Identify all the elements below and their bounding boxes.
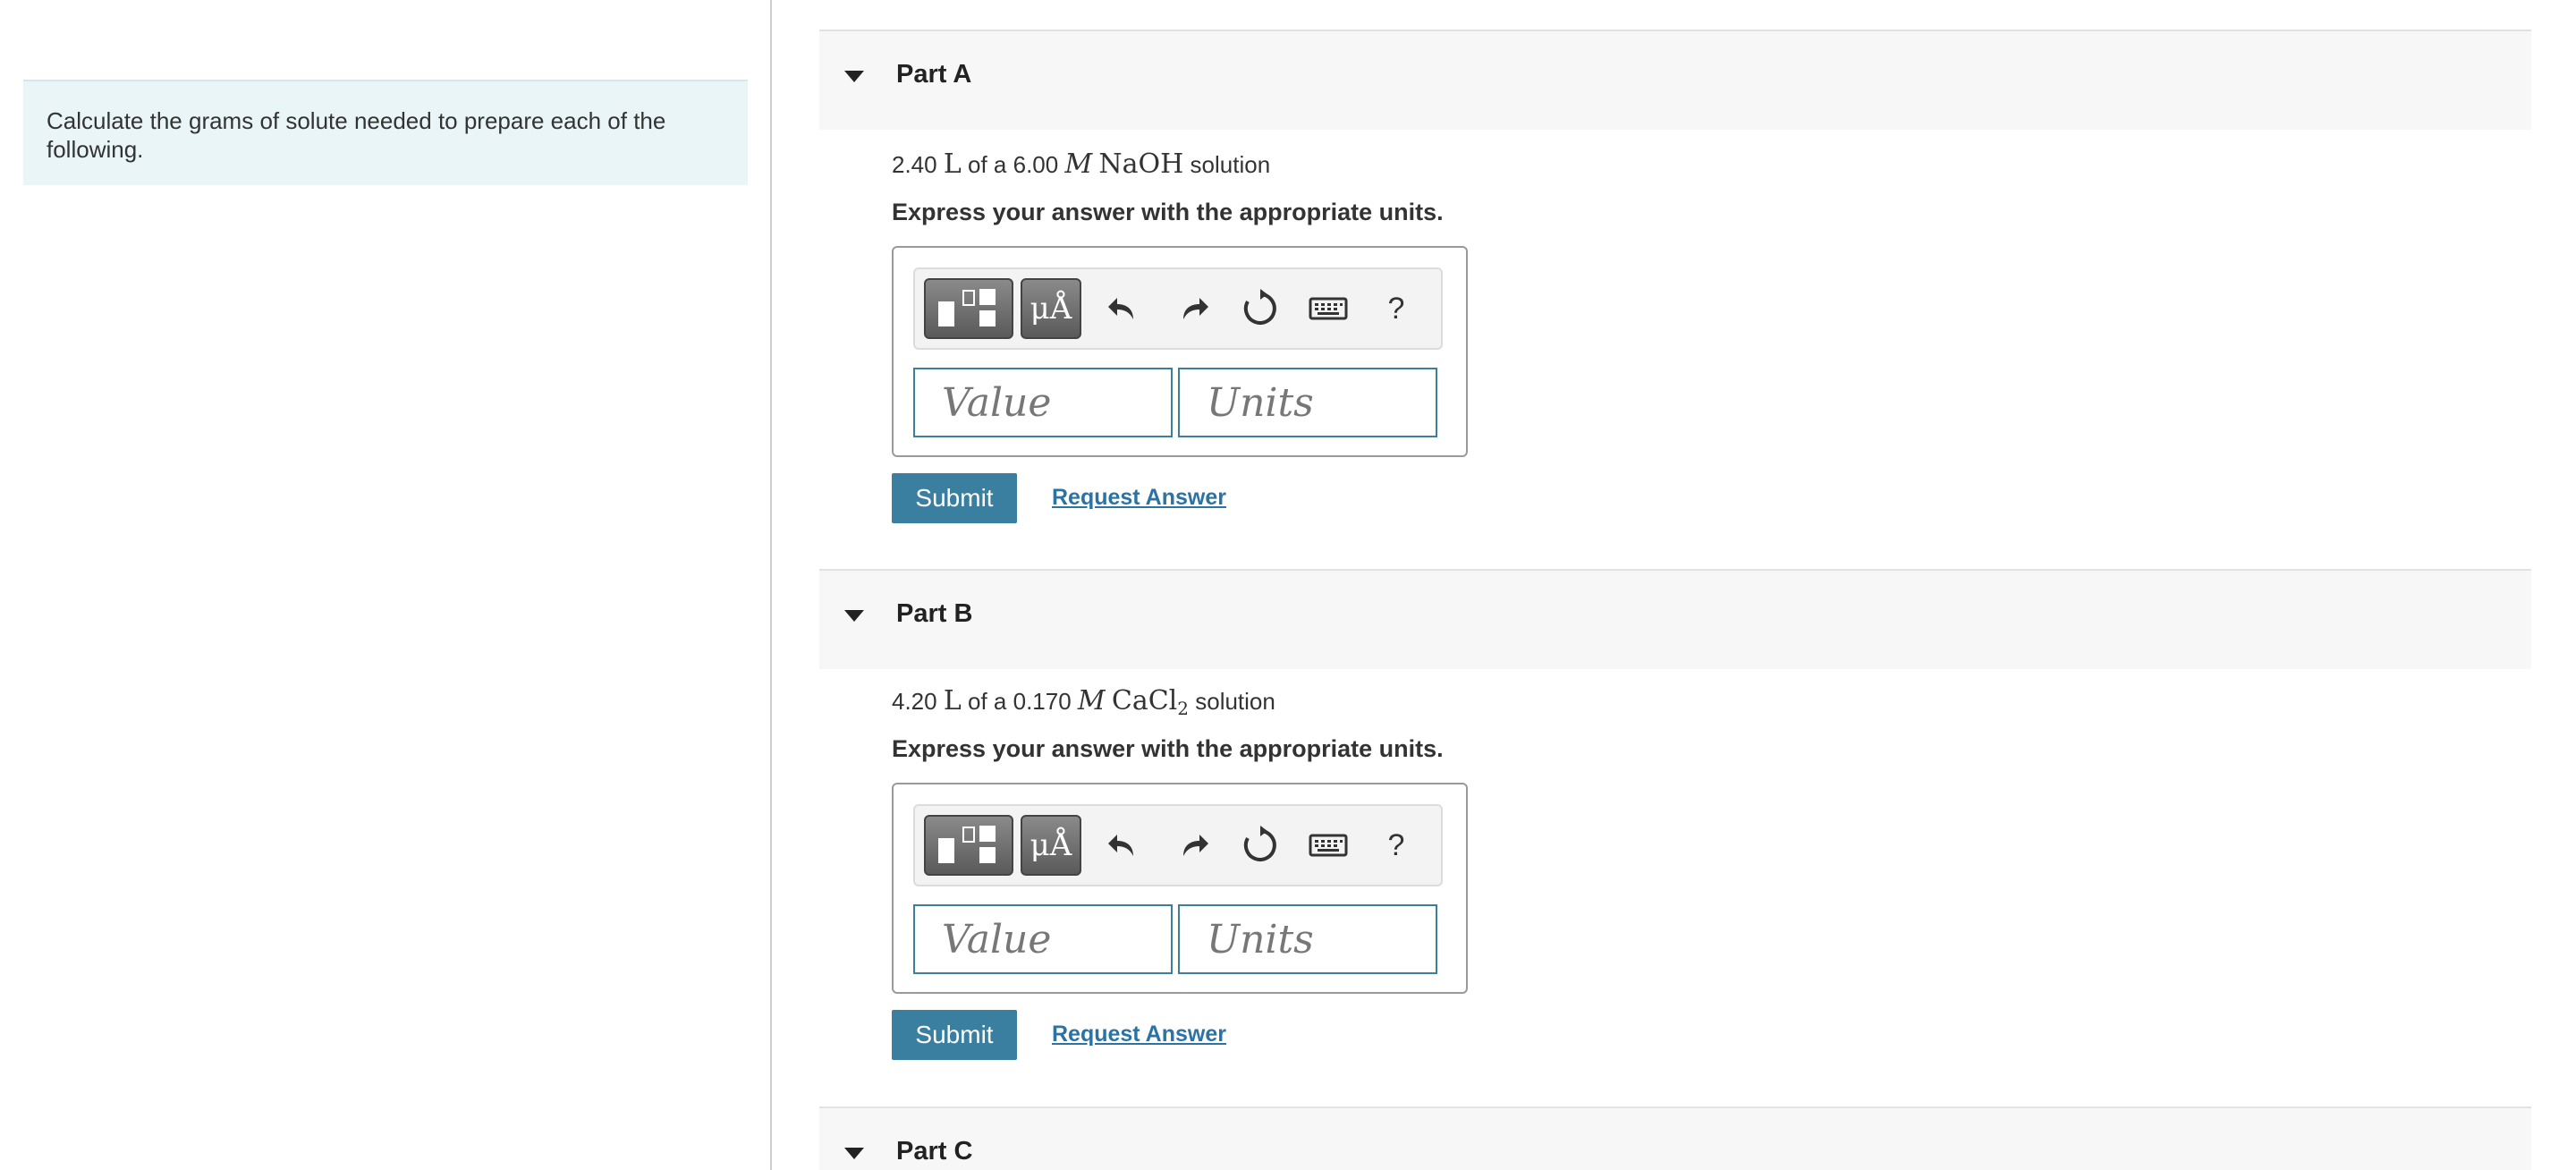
part-c-header[interactable]: Part C [819,1106,2531,1170]
units-input[interactable] [1178,368,1437,437]
part-a-header[interactable]: Part A [819,30,2531,130]
value-input[interactable] [913,904,1173,974]
request-answer-link[interactable]: Request Answer [1052,1022,1226,1047]
right-pane: Part A 2.40 L of a 6.00 M NaOH solution … [774,0,2576,1170]
part-b-title: Part B [896,599,973,628]
units-input[interactable] [1178,904,1437,974]
part-b-instruction: Express your answer with the appropriate… [892,735,1444,762]
keyboard-icon[interactable] [1305,822,1352,869]
templates-icon [938,289,996,326]
part-a-answer-box: μÅ ? [892,246,1468,457]
problem-intro: Calculate the grams of solute needed to … [23,80,748,185]
part-b-toolbar: μÅ ? [913,804,1443,886]
help-icon[interactable]: ? [1373,822,1419,869]
redo-icon[interactable] [1169,285,1216,332]
part-b-problem: 4.20 L of a 0.170 M CaCl2 solution [892,685,1275,719]
part-a-toolbar: μÅ ? [913,267,1443,350]
submit-button[interactable]: Submit [892,1010,1017,1060]
reset-icon[interactable] [1237,822,1284,869]
submit-button[interactable]: Submit [892,473,1017,523]
templates-button[interactable] [924,815,1013,876]
caret-down-icon[interactable] [844,1148,864,1159]
templates-button[interactable] [924,278,1013,339]
part-a-title: Part A [896,60,972,89]
units-button[interactable]: μÅ [1021,278,1081,339]
reset-icon[interactable] [1237,285,1284,332]
part-b-answer-box: μÅ ? [892,783,1468,994]
left-pane: Calculate the grams of solute needed to … [0,0,772,1170]
value-input[interactable] [913,368,1173,437]
templates-icon [938,826,996,863]
units-button[interactable]: μÅ [1021,815,1081,876]
help-icon[interactable]: ? [1373,285,1419,332]
keyboard-icon[interactable] [1305,285,1352,332]
part-c-title: Part C [896,1137,973,1166]
caret-down-icon[interactable] [844,71,864,82]
part-a-problem: 2.40 L of a 6.00 M NaOH solution [892,148,1271,180]
part-b-header[interactable]: Part B [819,569,2531,669]
request-answer-link[interactable]: Request Answer [1052,485,1226,511]
intro-text: Calculate the grams of solute needed to … [47,107,666,163]
undo-icon[interactable] [1101,285,1148,332]
redo-icon[interactable] [1169,822,1216,869]
undo-icon[interactable] [1101,822,1148,869]
part-a-instruction: Express your answer with the appropriate… [892,199,1444,225]
caret-down-icon[interactable] [844,610,864,622]
